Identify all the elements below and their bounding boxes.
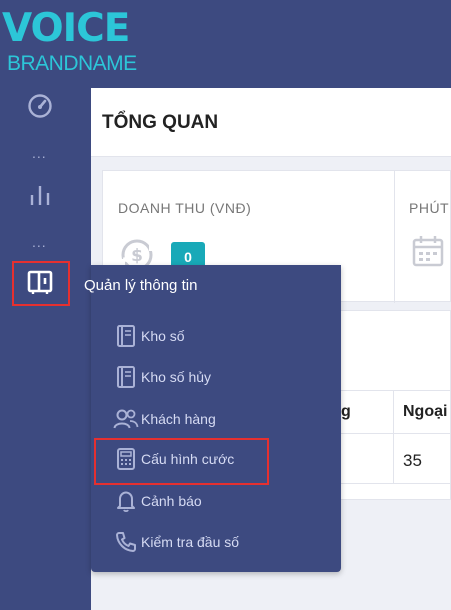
logo: VOICE BRANDNAME xyxy=(2,6,137,82)
bell-icon xyxy=(113,488,139,514)
menu-item-kho-so[interactable]: Kho số xyxy=(113,319,185,353)
dashboard-gauge-icon xyxy=(26,92,54,125)
revenue-label: DOANH THU (VNĐ) xyxy=(118,200,252,216)
menu-item-label: Cảnh báo xyxy=(141,493,202,509)
flyout-title: Quản lý thông tin xyxy=(84,277,198,294)
minutes-label: PHÚT xyxy=(409,200,450,216)
menu-item-kho-so-huy[interactable]: Kho số hủy xyxy=(113,360,211,394)
active-item-highlight xyxy=(12,261,70,306)
menu-item-canh-bao[interactable]: Cảnh báo xyxy=(113,484,202,518)
highlighted-menu-item-frame xyxy=(94,438,269,485)
logo-text: VOICE xyxy=(2,6,130,51)
menu-item-label: Kho số hủy xyxy=(141,369,212,385)
info-management-flyout: Quản lý thông tin Kho số Kho số hủy Khác… xyxy=(84,265,341,572)
sidebar-item-dashboard[interactable] xyxy=(22,90,58,126)
menu-item-kiem-tra-dau-so[interactable]: Kiểm tra đầu số xyxy=(113,525,239,559)
sidebar-item-reports[interactable] xyxy=(22,179,58,215)
table-header-cell: g xyxy=(341,403,351,420)
table-header-cell: Ngoại xyxy=(403,403,448,420)
svg-text:$: $ xyxy=(131,246,143,266)
phone-icon xyxy=(113,529,139,555)
menu-item-label: Kiểm tra đầu số xyxy=(141,534,240,550)
title-bar: TỔNG QUAN xyxy=(91,88,451,157)
table-cell: 35 xyxy=(403,451,422,470)
menu-item-label: Kho số xyxy=(141,328,185,344)
book-icon xyxy=(113,364,139,390)
bar-chart-icon xyxy=(26,181,54,214)
logo-subtext: BRANDNAME xyxy=(7,52,137,75)
calendar-icon xyxy=(410,233,446,274)
stats-divider xyxy=(394,171,395,303)
sidebar: VOICE BRANDNAME ... ... xyxy=(0,0,137,610)
sidebar-separator: ... xyxy=(32,234,47,250)
menu-item-label: Khách hàng xyxy=(141,411,216,427)
users-icon xyxy=(113,406,139,432)
table-column-divider xyxy=(393,390,394,483)
menu-item-khach-hang[interactable]: Khách hàng xyxy=(113,402,216,436)
page-title: TỔNG QUAN xyxy=(102,112,219,133)
sidebar-separator: ... xyxy=(32,145,47,161)
book-icon xyxy=(113,323,139,349)
